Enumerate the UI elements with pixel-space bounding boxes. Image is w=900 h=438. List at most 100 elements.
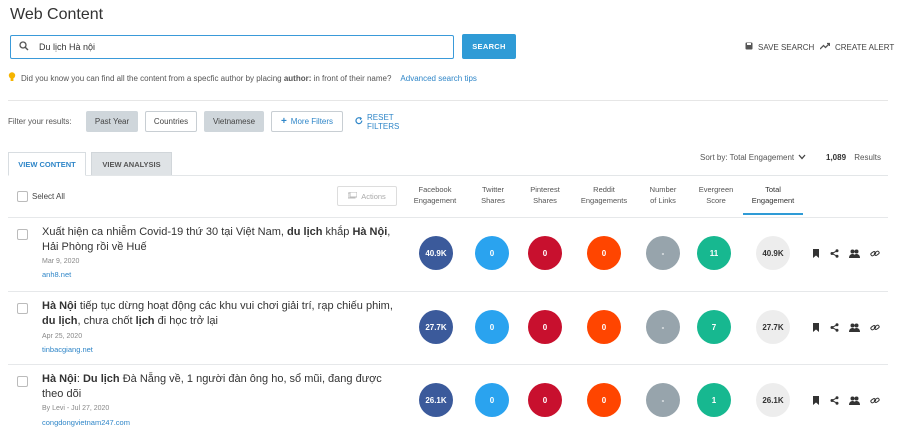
sort-dropdown[interactable]: Sort by: Total Engagement	[700, 153, 806, 162]
create-alert-button[interactable]: CREATE ALERT	[819, 42, 895, 52]
row-checkbox[interactable]	[17, 376, 28, 387]
share-icon[interactable]	[830, 249, 839, 258]
filter-label: Filter your results:	[8, 117, 72, 126]
title-segment: khắp	[322, 226, 353, 238]
users-icon[interactable]	[849, 396, 860, 405]
title-segment: Hà Nội	[352, 226, 388, 238]
twitter-shares-badge: 0	[475, 383, 509, 417]
select-all-checkbox[interactable]	[17, 191, 28, 202]
advanced-search-tips-link[interactable]: Advanced search tips	[400, 74, 477, 83]
results-count: 1,089 Results	[826, 153, 881, 162]
lightbulb-icon	[8, 72, 16, 84]
sort-active-indicator	[743, 213, 803, 215]
tab-view-analysis[interactable]: VIEW ANALYSIS	[91, 152, 172, 176]
twitter-shares-badge: 0	[475, 310, 509, 344]
search-button[interactable]: SEARCH	[462, 34, 516, 59]
tip-keyword: author:	[283, 73, 312, 83]
save-search-button[interactable]: SAVE SEARCH	[745, 42, 814, 52]
save-icon	[745, 42, 753, 52]
bookmark-icon[interactable]	[812, 323, 820, 332]
tab-view-content[interactable]: VIEW CONTENT	[8, 152, 86, 176]
row-divider	[8, 291, 888, 292]
facebook-engagement-badge: 27.7K	[419, 310, 453, 344]
links-count-badge: -	[646, 310, 680, 344]
share-icon[interactable]	[830, 323, 839, 332]
title-segment: du lịch	[287, 226, 323, 238]
filter-past-year[interactable]: Past Year	[86, 111, 138, 132]
link-icon[interactable]	[870, 396, 880, 405]
pinterest-shares-badge: 0	[528, 236, 562, 270]
evergreen-score-badge: 1	[697, 383, 731, 417]
links-count-badge: -	[646, 383, 680, 417]
row-domain-link[interactable]: anh8.net	[42, 270, 71, 279]
column-reddit-engagements[interactable]: Reddit Engagements	[573, 184, 635, 206]
column-number-of-links[interactable]: Number of Links	[637, 184, 689, 206]
reddit-engagements-badge: 0	[587, 383, 621, 417]
row-date: By Levi - Jul 27, 2020	[42, 405, 110, 412]
tip-text-prefix: Did you know you can find all the conten…	[21, 73, 284, 83]
column-evergreen-score[interactable]: Evergreen Score	[688, 184, 744, 206]
link-icon[interactable]	[870, 323, 880, 332]
facebook-engagement-badge: 40.9K	[419, 236, 453, 270]
twitter-shares-badge: 0	[475, 236, 509, 270]
row-checkbox[interactable]	[17, 303, 28, 314]
sort-label: Sort by: Total Engagement	[700, 153, 795, 162]
link-icon[interactable]	[870, 249, 880, 258]
column-pinterest-shares[interactable]: Pinterest Shares	[517, 184, 573, 206]
actions-icon	[347, 191, 358, 201]
save-search-label: SAVE SEARCH	[758, 42, 815, 52]
actions-button[interactable]: Actions	[337, 186, 397, 206]
users-icon[interactable]	[849, 323, 860, 332]
total-engagement-badge: 40.9K	[756, 236, 790, 270]
more-filters-button[interactable]: + More Filters	[271, 111, 343, 132]
row-title[interactable]: Hà Nội: Du lịch Đà Nẵng về, 1 người đàn …	[42, 372, 397, 402]
results-number: 1,089	[826, 153, 847, 162]
search-field[interactable]	[10, 35, 454, 59]
results-word: Results	[854, 153, 881, 162]
row-title[interactable]: Xuất hiện ca nhiễm Covid-19 thứ 30 tại V…	[42, 225, 397, 255]
bookmark-icon[interactable]	[812, 249, 820, 258]
column-twitter-shares[interactable]: Twitter Shares	[465, 184, 521, 206]
more-filters-label: More Filters	[290, 117, 334, 126]
title-segment: Xuất hiện ca nhiễm Covid-19 thứ 30 tại V…	[42, 226, 288, 238]
select-all-label: Select All	[32, 192, 65, 201]
row-domain-link[interactable]: congdongvietnam247.com	[42, 418, 130, 427]
row-domain-link[interactable]: tinbacgiang.net	[42, 345, 93, 354]
row-date: Apr 25, 2020	[42, 333, 83, 340]
tip-text-suffix: in front of their name?	[311, 73, 392, 83]
evergreen-score-badge: 11	[697, 236, 731, 270]
reset-filters-label: RESET FILTERS	[367, 112, 400, 131]
total-engagement-badge: 26.1K	[756, 383, 790, 417]
filter-language[interactable]: Vietnamese	[204, 111, 264, 132]
divider	[8, 100, 888, 101]
title-segment: đi học trở lại	[154, 315, 218, 327]
row-checkbox[interactable]	[17, 229, 28, 240]
search-icon	[19, 38, 29, 56]
chevron-down-icon	[798, 153, 806, 162]
column-total-engagement[interactable]: Total Engagement	[743, 184, 803, 206]
total-engagement-badge: 27.7K	[756, 310, 790, 344]
create-alert-label: CREATE ALERT	[835, 42, 895, 52]
trend-icon	[819, 42, 831, 52]
search-tip: Did you know you can find all the conten…	[8, 72, 477, 84]
search-input[interactable]	[39, 42, 419, 52]
facebook-engagement-badge: 26.1K	[419, 383, 453, 417]
row-divider	[8, 217, 888, 218]
evergreen-score-badge: 7	[697, 310, 731, 344]
actions-label: Actions	[361, 191, 386, 201]
row-divider	[8, 364, 888, 365]
row-actions	[812, 249, 880, 258]
reset-filters-button[interactable]: RESET FILTERS	[355, 111, 425, 132]
row-actions	[812, 323, 880, 332]
title-segment: du lịch	[42, 315, 78, 327]
filter-countries[interactable]: Countries	[145, 111, 197, 132]
title-segment: lịch	[135, 315, 155, 327]
users-icon[interactable]	[849, 249, 860, 258]
row-date: Mar 9, 2020	[42, 258, 80, 265]
row-title[interactable]: Hà Nội tiếp tục dừng hoạt động các khu v…	[42, 299, 397, 329]
page-title: Web Content	[10, 6, 104, 23]
title-segment: Du lịch	[82, 373, 120, 385]
column-facebook-engagement[interactable]: Facebook Engagement	[405, 184, 465, 206]
bookmark-icon[interactable]	[812, 396, 820, 405]
share-icon[interactable]	[830, 396, 839, 405]
